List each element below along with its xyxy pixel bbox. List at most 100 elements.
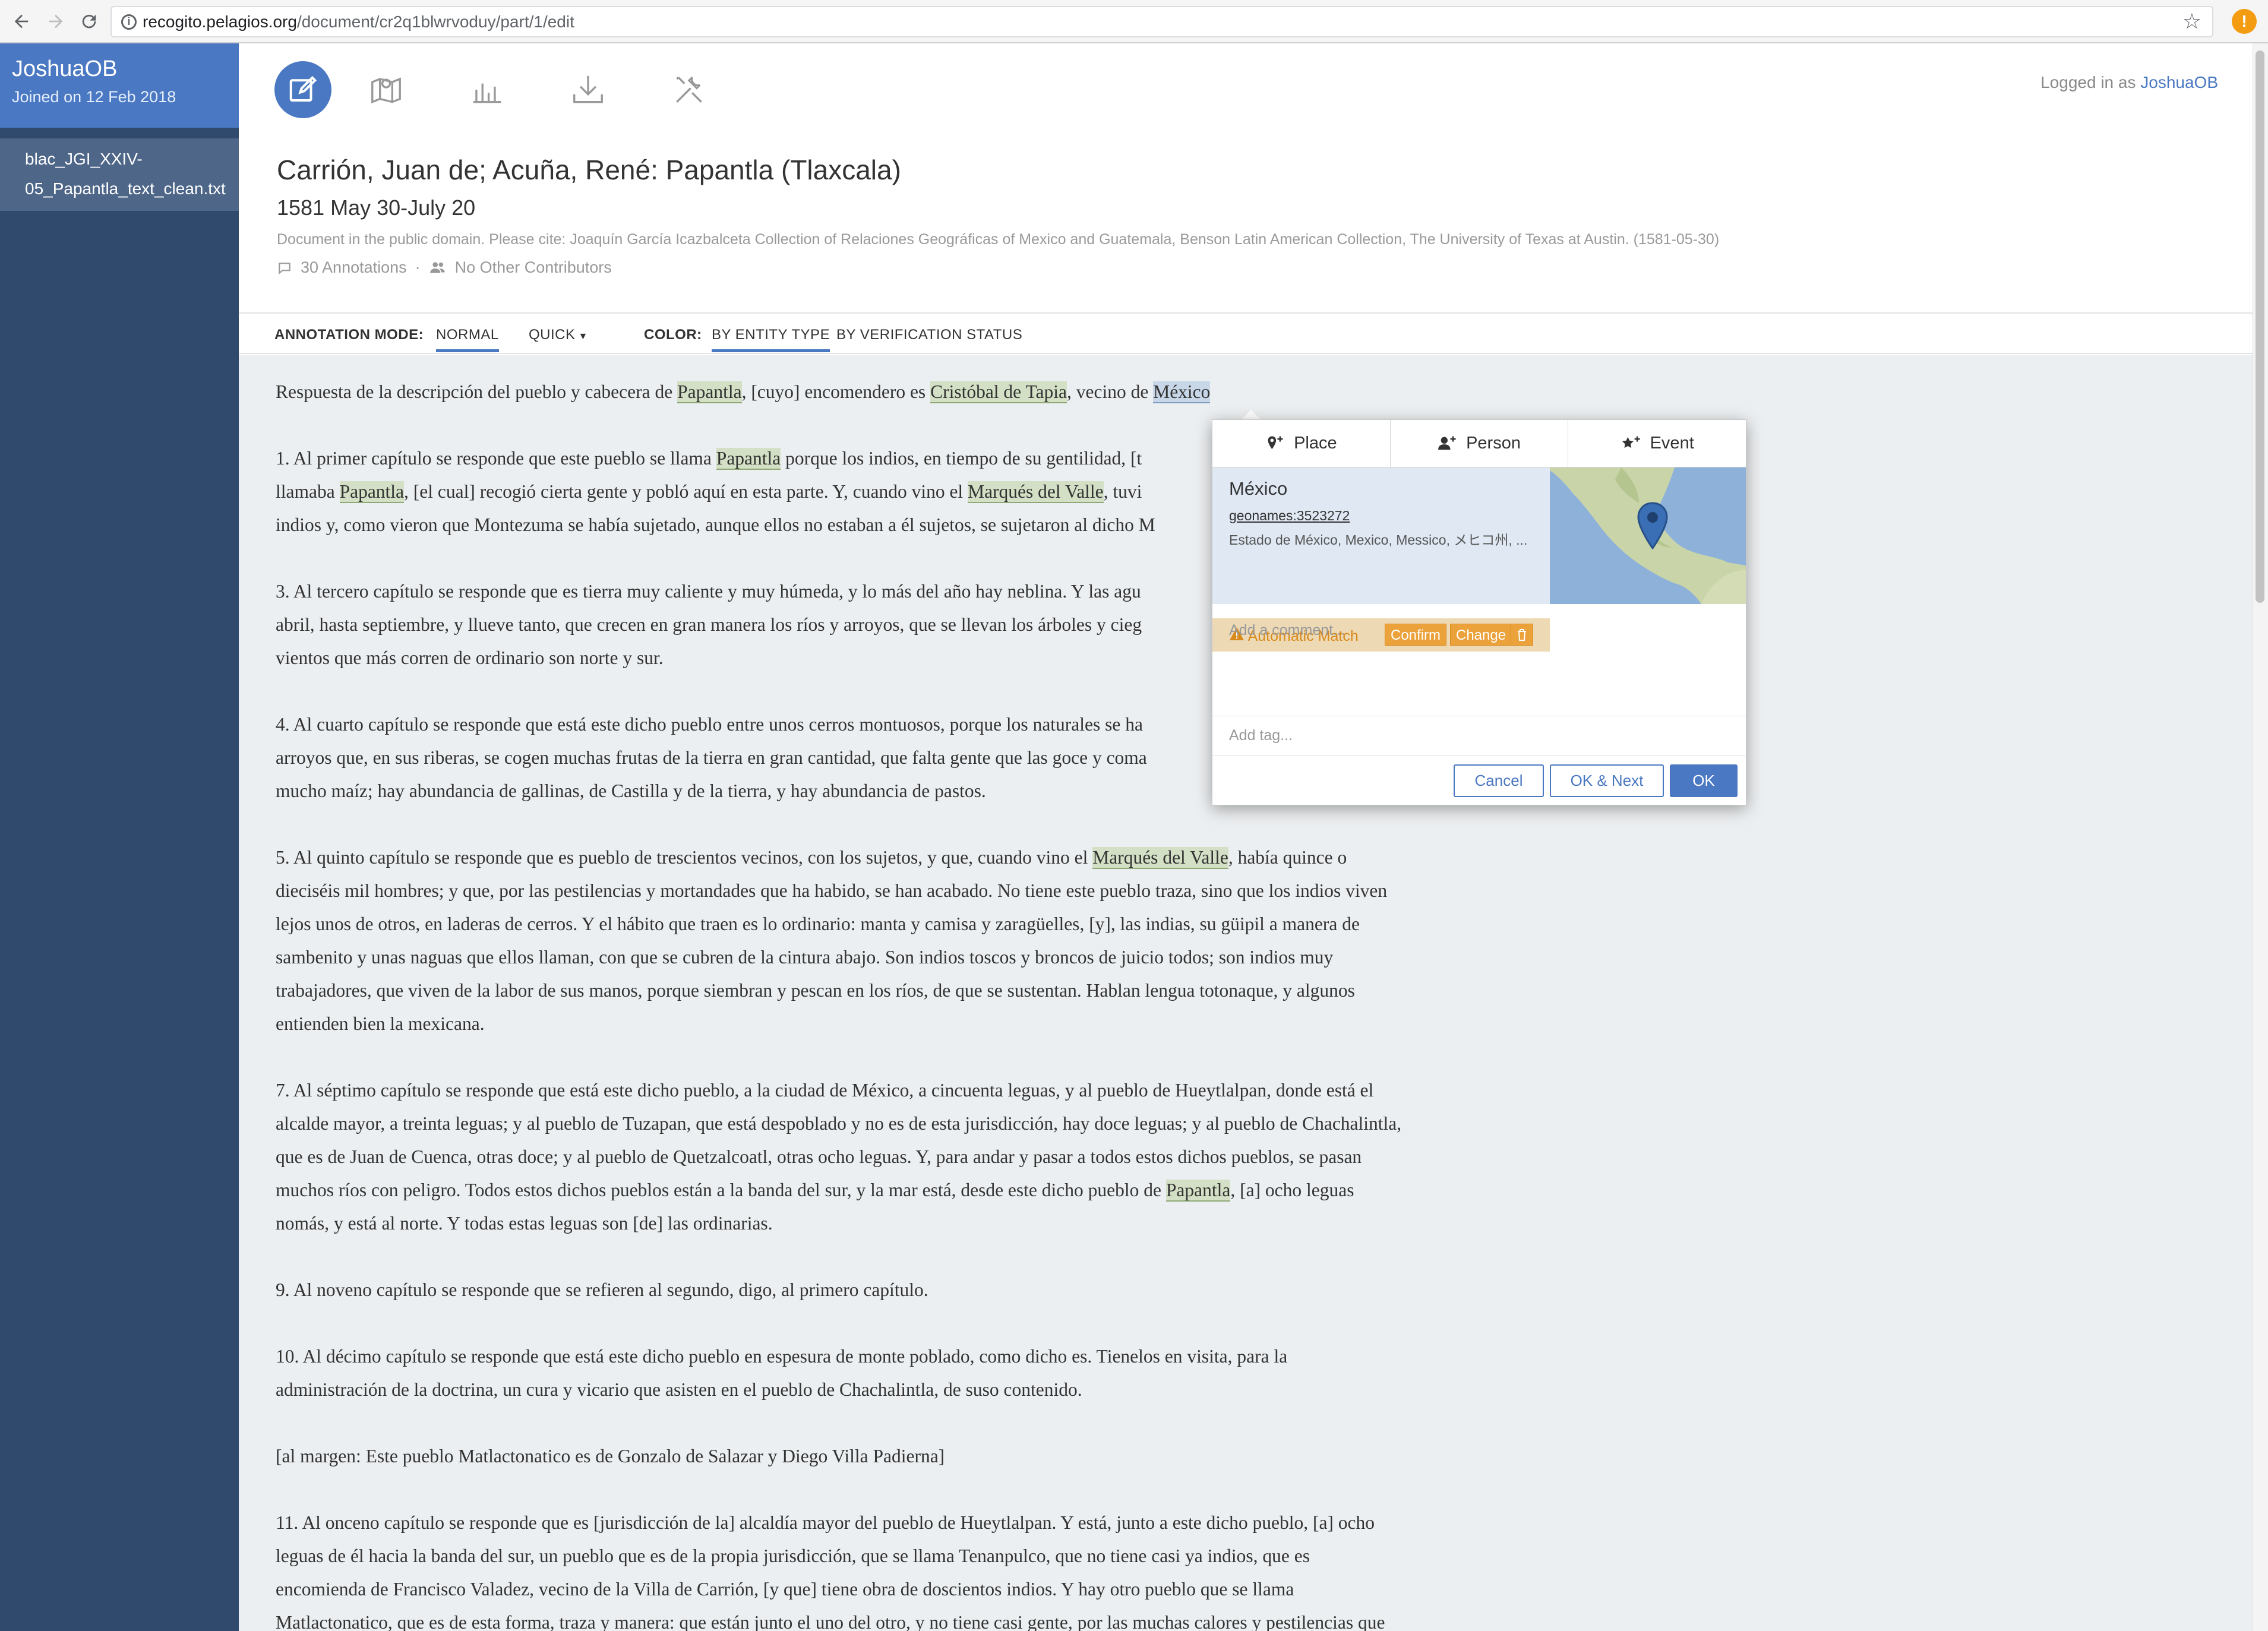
text-line: trabajadores, que viven de la labor de s… bbox=[276, 980, 1355, 1001]
user-joined-date: Joined on 12 Feb 2018 bbox=[12, 88, 176, 106]
text-line: 11. Al onceno capítulo se responde que e… bbox=[276, 1512, 1375, 1533]
annotations-count[interactable]: 30 Annotations bbox=[301, 258, 407, 277]
back-icon[interactable] bbox=[5, 5, 38, 38]
text-run: , había quince o bbox=[1228, 847, 1347, 868]
tab-person-label: Person bbox=[1466, 434, 1521, 453]
paragraph: 10. Al décimo capítulo se responde que e… bbox=[276, 1340, 1737, 1406]
place-pin-icon bbox=[1268, 436, 1283, 449]
person-icon bbox=[1438, 436, 1456, 450]
document-date: 1581 May 30-July 20 bbox=[277, 195, 476, 220]
sidebar-item-document[interactable]: blac_JGI_XXIV- 05_Papantla_text_clean.tx… bbox=[0, 138, 239, 211]
scrollbar-thumb[interactable] bbox=[2256, 50, 2264, 603]
text-line: 5. Al quinto capítulo se responde que es… bbox=[276, 841, 1737, 874]
match-map[interactable] bbox=[1550, 467, 1746, 604]
browser-toolbar: i recogito.pelagios.org/document/cr2q1bl… bbox=[0, 0, 2268, 43]
map-icon[interactable] bbox=[358, 61, 415, 118]
download-icon[interactable] bbox=[560, 61, 617, 118]
mode-quick-dropdown[interactable]: QUICK ▼ bbox=[529, 327, 588, 343]
forward-icon[interactable] bbox=[39, 5, 72, 38]
document-name-line2: 05_Papantla_text_clean.txt bbox=[25, 179, 226, 198]
event-star-icon bbox=[1622, 436, 1640, 448]
alert-icon[interactable]: ! bbox=[2232, 9, 2257, 34]
ok-button[interactable]: OK bbox=[1670, 764, 1738, 797]
text-line: Matlactonatico, que es de esta forma, tr… bbox=[276, 1612, 1385, 1631]
settings-icon[interactable] bbox=[661, 61, 718, 118]
sidebar: JoshuaOB Joined on 12 Feb 2018 blac_JGI_… bbox=[0, 43, 239, 1631]
document-citation: Document in the public domain. Please ci… bbox=[277, 231, 1720, 248]
text-line: 7. Al séptimo capítulo se responde que e… bbox=[276, 1080, 1374, 1101]
edit-icon[interactable] bbox=[274, 61, 331, 118]
caret-down-icon: ▼ bbox=[575, 331, 588, 342]
text-run: , [a] ocho leguas bbox=[1230, 1180, 1354, 1200]
text-run: , tuvi bbox=[1103, 481, 1142, 502]
text-run: 5. Al quinto capítulo se responde que es… bbox=[276, 847, 1093, 868]
cancel-button[interactable]: Cancel bbox=[1454, 764, 1544, 797]
text-line: dieciséis mil hombres; y que, por las pe… bbox=[276, 880, 1388, 901]
tab-event-label: Event bbox=[1650, 434, 1694, 453]
tab-event[interactable]: Event bbox=[1568, 420, 1746, 467]
annotation-place[interactable]: Papantla bbox=[677, 381, 742, 403]
annotation-person[interactable]: Marqués del Valle bbox=[1092, 847, 1228, 869]
annotation-selected[interactable]: México bbox=[1153, 381, 1211, 403]
annotation-place[interactable]: Papantla bbox=[716, 448, 781, 470]
comment-input[interactable]: Add a comment... bbox=[1229, 622, 1345, 639]
paragraph: 5. Al quinto capítulo se responde que es… bbox=[276, 841, 1737, 1041]
text-run: llamaba bbox=[276, 481, 340, 502]
match-alternate-names: Estado de México, Mexico, Messico, メヒコ州,… bbox=[1229, 532, 1528, 548]
match-place-name: México bbox=[1229, 478, 1288, 499]
map-pin-icon bbox=[1637, 502, 1668, 549]
paragraph: [al margen: Este pueblo Matlactonatico e… bbox=[276, 1446, 945, 1466]
mode-quick-label: QUICK bbox=[529, 327, 576, 343]
text-line: entienden bien la mexicana. bbox=[276, 1013, 485, 1034]
color-verification-tab[interactable]: BY VERIFICATION STATUS bbox=[836, 327, 1022, 343]
paragraph: 7. Al séptimo capítulo se responde que e… bbox=[276, 1074, 1737, 1240]
text-run: Respuesta de la descripción del pueblo y… bbox=[276, 381, 678, 402]
contributors-label: No Other Contributors bbox=[454, 258, 612, 276]
text-line: leguas de él hacia la banda del sur, un … bbox=[276, 1545, 1310, 1566]
paragraph: 9. Al noveno capítulo se responde que se… bbox=[276, 1279, 928, 1300]
annotation-place[interactable]: Papantla bbox=[1165, 1180, 1231, 1202]
url-path: /document/cr2q1blwrvoduy/part/1/edit bbox=[296, 12, 574, 31]
ok-next-button[interactable]: OK & Next bbox=[1550, 764, 1664, 797]
users-icon bbox=[429, 261, 445, 273]
document-title: Carrión, Juan de; Acuña, René: Papantla … bbox=[277, 154, 901, 185]
confirm-button[interactable]: Confirm bbox=[1385, 624, 1447, 646]
text-line: 10. Al décimo capítulo se responde que e… bbox=[276, 1346, 1288, 1367]
text-run: , [el cual] recogió cierta gente y pobló… bbox=[404, 481, 968, 502]
change-button[interactable]: Change bbox=[1450, 624, 1512, 646]
star-icon[interactable]: ☆ bbox=[2182, 7, 2201, 36]
stats-icon[interactable] bbox=[459, 61, 516, 118]
document-name-line1: blac_JGI_XXIV- bbox=[25, 150, 143, 168]
place-match-card[interactable]: México geonames:3523272 Estado de México… bbox=[1212, 467, 1550, 652]
annotation-place[interactable]: Papantla bbox=[339, 481, 405, 503]
url-host: recogito.pelagios.org bbox=[143, 12, 297, 31]
tab-place-label: Place bbox=[1294, 434, 1337, 453]
reload-icon[interactable] bbox=[72, 5, 106, 38]
text-line: encomienda de Francisco Valadez, vecino … bbox=[276, 1579, 1294, 1600]
user-box[interactable]: JoshuaOB Joined on 12 Feb 2018 bbox=[0, 43, 239, 128]
annotation-person[interactable]: Cristóbal de Tapia bbox=[930, 381, 1067, 403]
color-entity-type-tab[interactable]: BY ENTITY TYPE bbox=[712, 327, 830, 352]
match-uri-link[interactable]: geonames:3523272 bbox=[1229, 508, 1350, 524]
trash-icon[interactable] bbox=[1511, 624, 1533, 646]
tab-place[interactable]: Place bbox=[1212, 420, 1391, 467]
text-line: administración de la doctrina, un cura y… bbox=[276, 1379, 1082, 1400]
address-bar[interactable]: i recogito.pelagios.org/document/cr2q1bl… bbox=[110, 6, 2213, 37]
info-icon[interactable]: i bbox=[121, 14, 137, 30]
screen: { "browser": { "url_host": "recogito.pel… bbox=[0, 0, 2268, 1631]
text-line: alcalde mayor, a treinta leguas; y al pu… bbox=[276, 1113, 1402, 1134]
logged-in-user-link[interactable]: JoshuaOB bbox=[2140, 73, 2218, 91]
paragraph: 11. Al onceno capítulo se responde que e… bbox=[276, 1506, 1737, 1631]
color-label: COLOR: bbox=[644, 327, 702, 343]
annotation-popup: Place Person Event México geonames:35232… bbox=[1212, 419, 1746, 805]
mode-normal-tab[interactable]: NORMAL bbox=[436, 327, 499, 352]
document-meta: 30 Annotations · No Other Contributors bbox=[277, 258, 612, 277]
annotation-person[interactable]: Marqués del Valle bbox=[968, 481, 1104, 503]
tag-input[interactable]: Add tag... bbox=[1229, 727, 1293, 744]
tab-person[interactable]: Person bbox=[1391, 420, 1569, 467]
text-run: porque los indios, en tiempo de su genti… bbox=[781, 448, 1142, 469]
document-header: Logged in as JoshuaOB Carrión, Juan de; … bbox=[239, 43, 2253, 314]
text-run: , vecino de bbox=[1066, 381, 1154, 402]
meta-separator: · bbox=[415, 258, 421, 276]
text-line: lejos unos de otros, en laderas de cerro… bbox=[276, 914, 1360, 934]
